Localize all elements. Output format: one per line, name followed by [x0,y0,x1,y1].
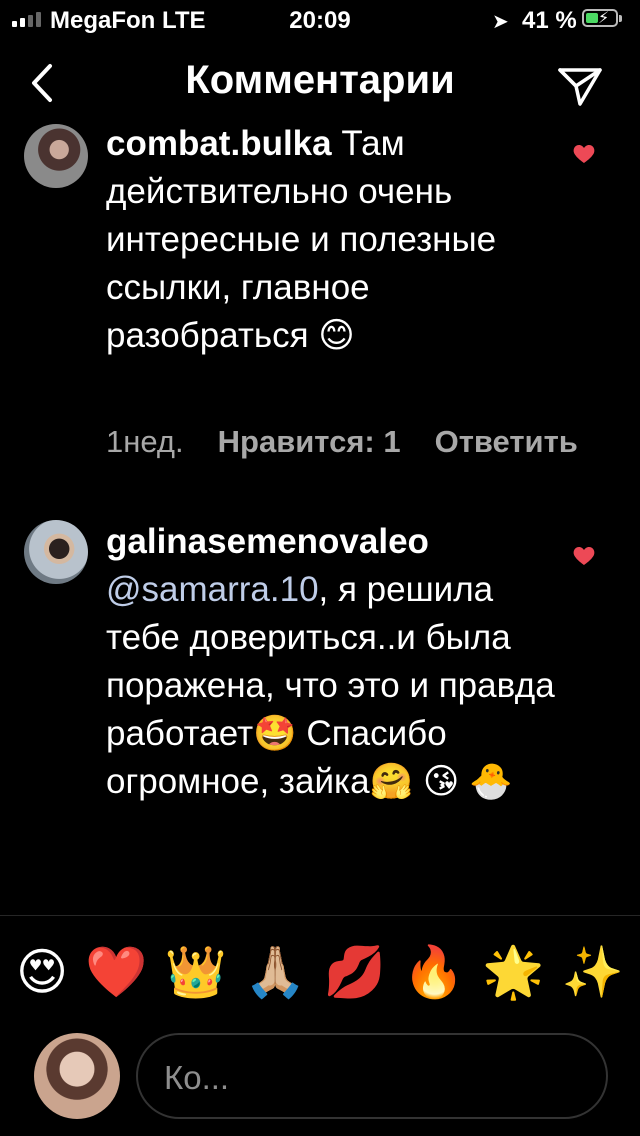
emoji-star-button[interactable]: 🌟 [482,942,544,1002]
mention-link[interactable]: @samarra.10 [106,570,319,609]
divider [0,915,640,916]
avatar[interactable] [24,520,88,584]
comment-meta: 1нед. Нравится: 1 Ответить [106,424,612,460]
comment-text: galinasemenovaleo @samarra.10, я решила т… [106,518,556,806]
heart-icon[interactable] [572,544,596,568]
comment-username[interactable]: galinasemenovaleo [106,522,429,561]
reply-button[interactable]: Ответить [435,424,578,459]
comment-text: combat.bulka Там действительно очень инт… [106,120,556,360]
heart-icon[interactable] [572,142,596,166]
page-title: Комментарии [185,58,455,102]
comment-input[interactable]: Ко... [136,1033,608,1119]
battery-icon: ⚡ [582,9,618,27]
comment-username[interactable]: combat.bulka [106,124,332,163]
avatar [34,1033,120,1119]
status-bar: MegaFon LTE 20:09 ➤ 41 % ⚡ [0,0,640,40]
emoji-pray-button[interactable]: 🙏🏼 [244,942,306,1002]
nav-bar: Комментарии [0,40,640,130]
emoji-red-heart-button[interactable]: ❤️ [85,942,147,1002]
comment-input-placeholder: Ко... [164,1059,230,1096]
location-arrow-icon: ➤ [492,11,509,33]
emoji-sparkles-button[interactable]: ✨ [562,942,624,1002]
battery-cap [619,15,622,22]
avatar[interactable] [24,124,88,188]
emoji-crown-button[interactable]: 👑 [165,942,227,1002]
paper-plane-icon[interactable] [556,62,604,110]
emoji-quick-bar: 😍 ❤️ 👑 🙏🏼 💋 🔥 🌟 ✨ [16,937,624,1007]
battery-percent: 41 % [522,7,577,34]
emoji-heart-eyes-button[interactable]: 😍 [16,942,68,1002]
comment-likes[interactable]: Нравится: 1 [218,424,401,459]
comment-time: 1нед. [106,424,184,459]
emoji-fire-button[interactable]: 🔥 [403,942,465,1002]
emoji-kiss-button[interactable]: 💋 [323,942,385,1002]
